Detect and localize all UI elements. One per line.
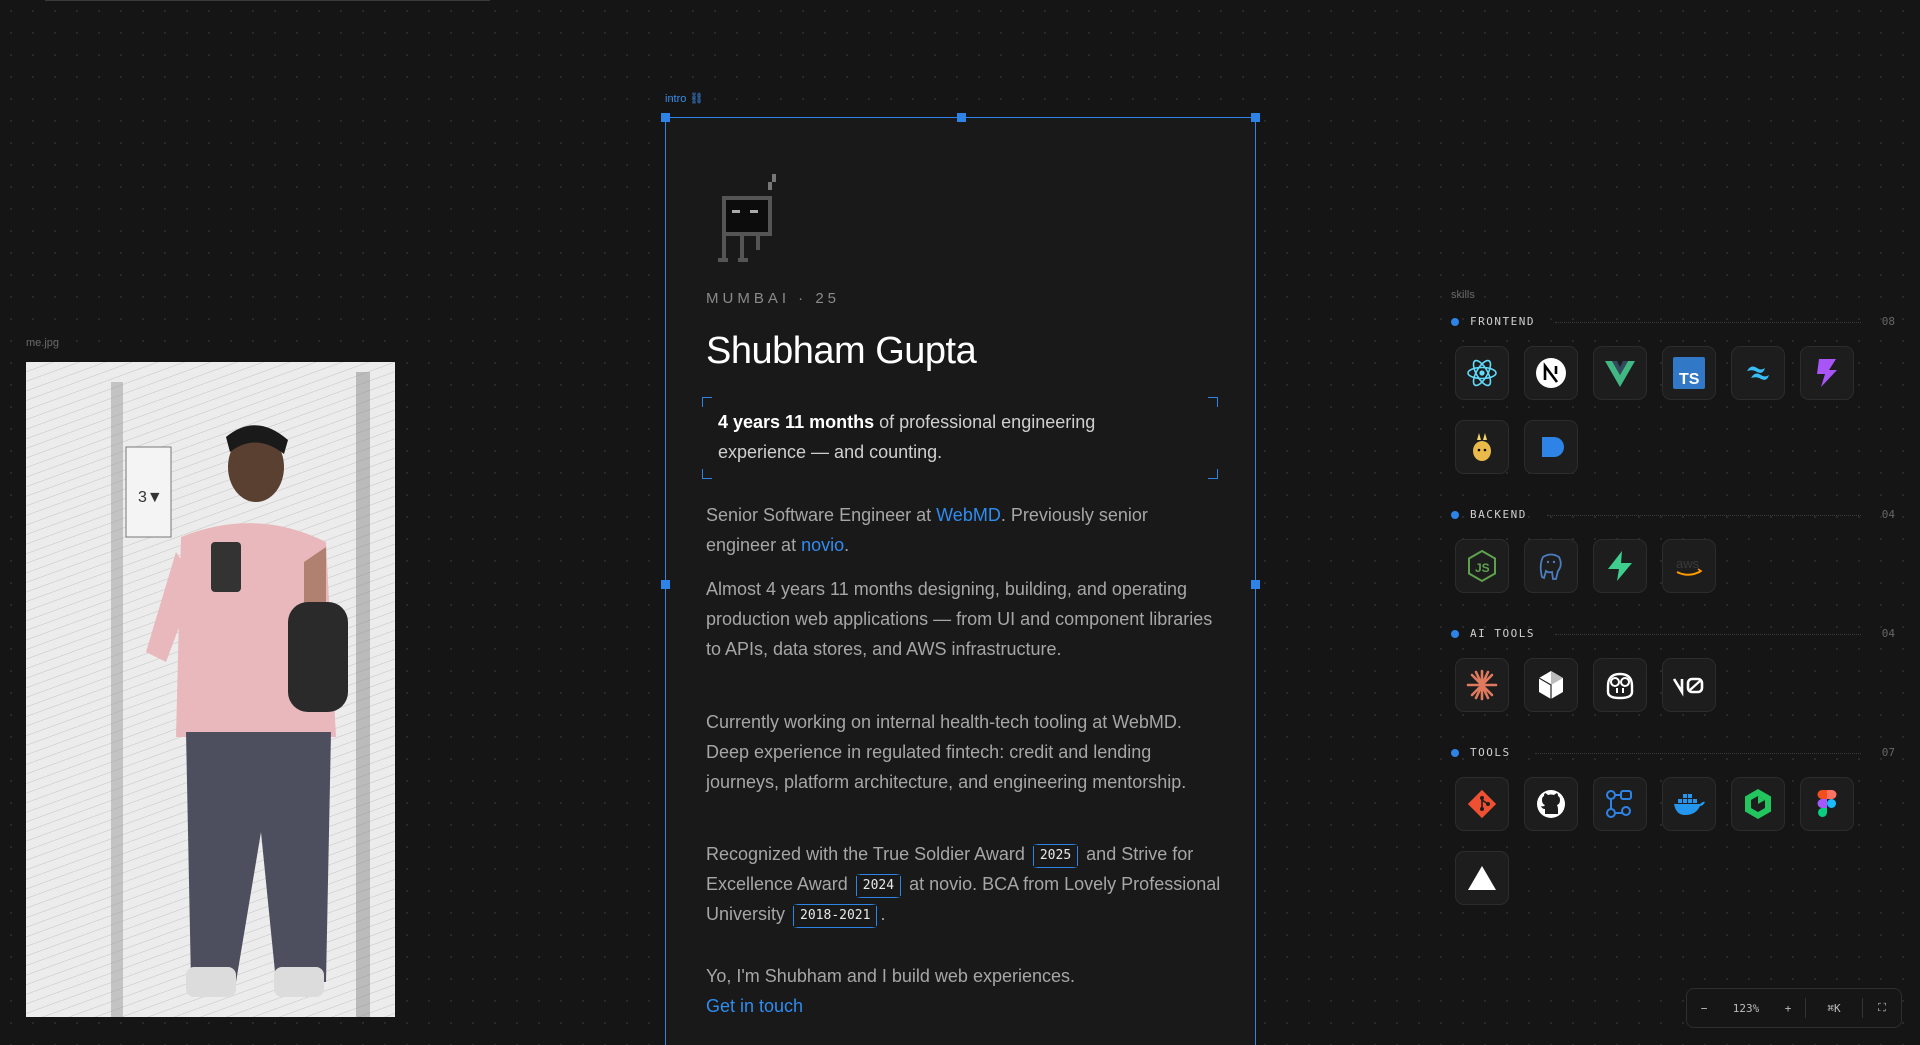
cursor-icon[interactable] xyxy=(1524,658,1578,712)
novio-link[interactable]: novio xyxy=(801,535,844,555)
docker-icon[interactable] xyxy=(1662,777,1716,831)
get-in-touch-link[interactable]: Get in touch xyxy=(706,991,803,1021)
corner-marker xyxy=(702,469,712,479)
section-divider xyxy=(1555,322,1861,323)
vue-icon[interactable] xyxy=(1593,346,1647,400)
bio-current-work: Currently working on internal health-tec… xyxy=(706,712,1187,792)
bio-text: . xyxy=(880,904,886,924)
svg-text:aws: aws xyxy=(1676,556,1700,571)
vite-icon[interactable] xyxy=(1800,346,1854,400)
webmd-link[interactable]: WebMD xyxy=(936,505,1001,525)
framer-icon[interactable] xyxy=(1524,420,1578,474)
intro-card[interactable]: MUMBAI · 25 Shubham Gupta 4 years 11 mon… xyxy=(661,113,1260,1045)
section-count: 04 xyxy=(1881,627,1895,640)
bio-text: . xyxy=(844,535,850,555)
github-actions-icon[interactable] xyxy=(1593,777,1647,831)
bio-tagline: Yo, I'm Shubham and I build web experien… xyxy=(706,966,1075,986)
zoom-in-button[interactable]: + xyxy=(1771,989,1805,1027)
pixel-avatar-icon xyxy=(718,174,776,262)
skills-section-ai-tools: AI TOOLS 04 xyxy=(1451,626,1895,712)
skills-section-tools: TOOLS 07 xyxy=(1451,745,1895,905)
section-count: 04 xyxy=(1881,508,1895,521)
corner-marker xyxy=(1208,397,1218,407)
bio-text: Senior Software Engineer at xyxy=(706,505,937,525)
section-count: 08 xyxy=(1881,315,1895,328)
vercel-icon[interactable] xyxy=(1455,851,1509,905)
resize-handle-middle-left[interactable] xyxy=(661,580,670,589)
zoom-level[interactable]: 123% xyxy=(1721,989,1771,1027)
github-icon[interactable] xyxy=(1524,777,1578,831)
svg-text:3▼: 3▼ xyxy=(138,489,163,506)
experience-highlight: 4 years 11 months of professional engine… xyxy=(702,397,1218,479)
nodejs-icon[interactable]: JS xyxy=(1455,539,1509,593)
postgresql-icon[interactable] xyxy=(1524,539,1578,593)
svg-text:JS: JS xyxy=(1475,561,1490,575)
bio-awards: Recognized with the True Soldier Award 2… xyxy=(706,839,1221,929)
svg-text:TS: TS xyxy=(1679,371,1700,388)
bio-current-role: Senior Software Engineer at WebMD. Previ… xyxy=(706,500,1221,560)
skills-frame-label: skills xyxy=(1451,289,1475,301)
copilot-icon[interactable] xyxy=(1593,658,1647,712)
skills-section-backend: BACKEND 04 JS aws xyxy=(1451,507,1895,593)
claude-icon[interactable] xyxy=(1455,658,1509,712)
cdk-icon[interactable] xyxy=(1731,777,1785,831)
year-badge: 2018-2021 xyxy=(793,904,878,928)
react-icon[interactable] xyxy=(1455,346,1509,400)
section-title: AI TOOLS xyxy=(1470,627,1535,640)
nextjs-icon[interactable] xyxy=(1524,346,1578,400)
zustand-icon[interactable] xyxy=(1455,420,1509,474)
fullscreen-icon[interactable]: ⛶ xyxy=(1863,989,1901,1027)
corner-marker xyxy=(702,397,712,407)
command-palette-button[interactable]: ⌘K xyxy=(1806,989,1862,1027)
section-divider xyxy=(1535,753,1861,754)
year-badge: 2024 xyxy=(855,874,902,898)
skills-section-frontend: FRONTEND 08 TS xyxy=(1451,314,1895,474)
section-dot xyxy=(1451,630,1459,638)
corner-marker xyxy=(1208,469,1218,479)
photo-frame-label: me.jpg xyxy=(26,337,60,349)
typescript-icon[interactable]: TS xyxy=(1662,346,1716,400)
figma-icon[interactable] xyxy=(1800,777,1854,831)
aws-icon[interactable]: aws xyxy=(1662,539,1716,593)
tailwind-icon[interactable] xyxy=(1731,346,1785,400)
section-divider xyxy=(1547,515,1861,516)
bio-experience: Almost 4 years 11 months designing, buil… xyxy=(706,579,1213,659)
profile-photo[interactable]: 3▼ xyxy=(26,362,395,1017)
location-age: MUMBAI · 25 xyxy=(706,290,841,307)
section-dot xyxy=(1451,318,1459,326)
zoom-toolbar: − 123% + ⌘K ⛶ xyxy=(1686,988,1902,1028)
resize-handle-top-center[interactable] xyxy=(957,113,966,122)
section-divider xyxy=(1555,634,1861,635)
profile-photo-sketch: 3▼ xyxy=(26,362,395,1017)
git-icon[interactable] xyxy=(1455,777,1509,831)
section-title: FRONTEND xyxy=(1470,315,1535,328)
bio-text: Recognized with the True Soldier Award xyxy=(706,844,1030,864)
zoom-out-button[interactable]: − xyxy=(1687,989,1721,1027)
year-badge: 2025 xyxy=(1032,844,1079,868)
section-title: BACKEND xyxy=(1470,508,1527,521)
experience-text: 4 years 11 months of professional engine… xyxy=(718,407,1178,467)
resize-handle-top-left[interactable] xyxy=(661,113,670,122)
intro-frame-label: intro ⛓ xyxy=(665,93,704,105)
v0-icon[interactable] xyxy=(1662,658,1716,712)
resize-handle-top-right[interactable] xyxy=(1251,113,1260,122)
supabase-icon[interactable] xyxy=(1593,539,1647,593)
resize-handle-middle-right[interactable] xyxy=(1251,580,1260,589)
page-title: Shubham Gupta xyxy=(706,330,977,372)
section-dot xyxy=(1451,511,1459,519)
section-dot xyxy=(1451,749,1459,757)
section-title: TOOLS xyxy=(1470,746,1511,759)
top-divider xyxy=(45,0,490,1)
section-count: 07 xyxy=(1881,746,1895,759)
experience-duration: 4 years 11 months xyxy=(718,412,875,432)
